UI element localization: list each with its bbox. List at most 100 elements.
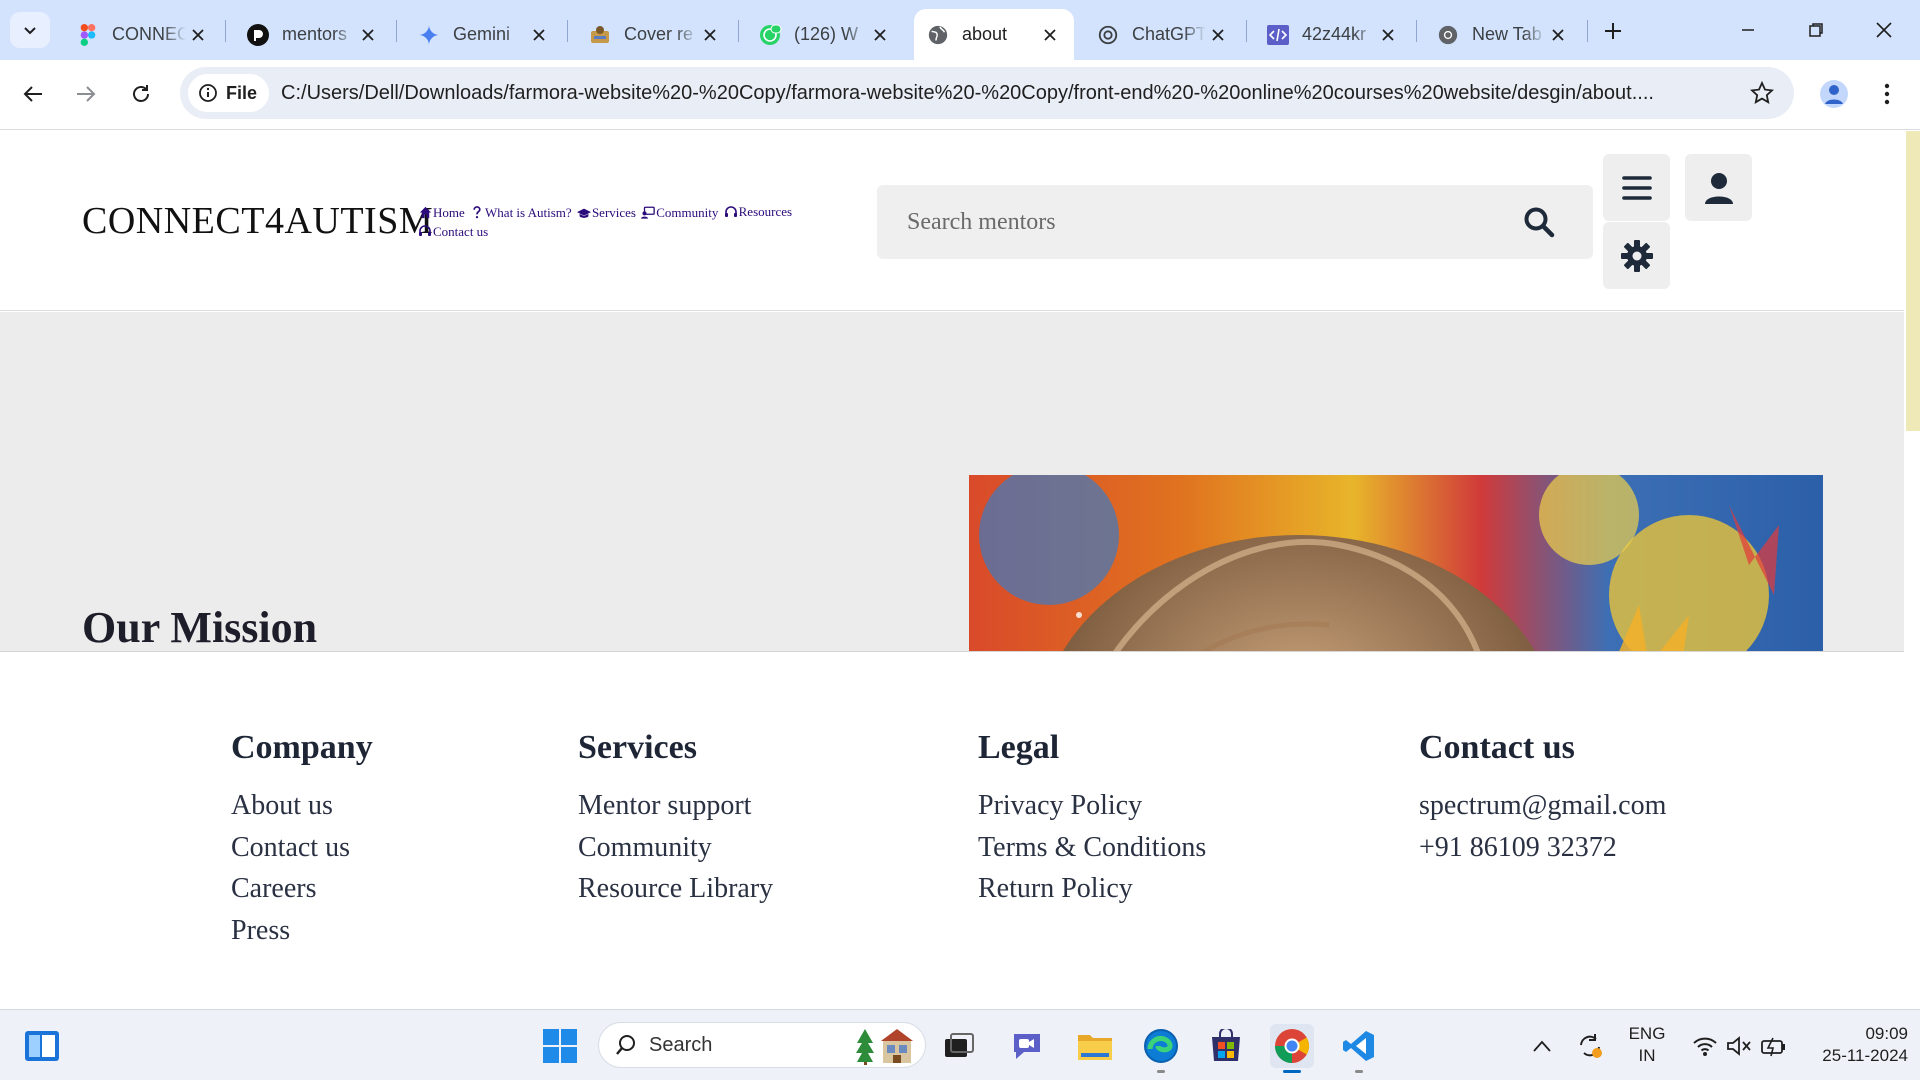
page-scrollbar[interactable]: [1904, 131, 1920, 1009]
tab-title: New Tab: [1472, 24, 1542, 44]
back-button[interactable]: [13, 74, 53, 114]
nav-label: Services: [591, 205, 636, 220]
footer-column-title: Services: [578, 729, 697, 766]
footer-contact-phone[interactable]: +91 86109 32372: [1419, 827, 1666, 869]
chrome-taskbar-button[interactable]: [1270, 1024, 1314, 1073]
code-icon: [1266, 23, 1290, 47]
site-logo[interactable]: CONNECT4AUTISM: [82, 199, 433, 243]
canva-icon: [588, 23, 612, 47]
nav-what-is-autism-link[interactable]: What is Autism?: [470, 204, 572, 221]
clock[interactable]: 09:09 25-11-2024: [1800, 1023, 1908, 1067]
chrome-icon: [1275, 1029, 1309, 1063]
close-icon[interactable]: [356, 23, 380, 47]
footer-link-mentor-support[interactable]: Mentor support: [578, 785, 773, 827]
footer-link-press[interactable]: Press: [231, 910, 373, 952]
task-view-icon: [945, 1033, 974, 1057]
footer-contact-email[interactable]: spectrum@gmail.com: [1419, 785, 1666, 827]
page-viewport: CONNECT4AUTISM Home What is Autism? Serv…: [0, 131, 1920, 1009]
nav-home-link[interactable]: Home: [418, 204, 465, 221]
site-info-chip[interactable]: File: [188, 74, 270, 112]
tab-code[interactable]: 42z44kr: [1254, 9, 1412, 60]
tab-title: (126) W: [794, 24, 859, 44]
close-icon[interactable]: [1038, 23, 1062, 47]
mentor-search-box[interactable]: Search mentors: [877, 185, 1593, 259]
address-bar[interactable]: File C:/Users/Dell/Downloads/farmora-web…: [180, 67, 1794, 119]
widgets-button[interactable]: [20, 1024, 64, 1068]
task-view-button[interactable]: [937, 1024, 981, 1068]
hero-image: [969, 475, 1823, 651]
tab-chatgpt[interactable]: ChatGPT: [1084, 9, 1242, 60]
vscode-button[interactable]: [1337, 1024, 1381, 1073]
url-text[interactable]: C:/Users/Dell/Downloads/farmora-website%…: [281, 82, 1726, 105]
browser-menu-button[interactable]: [1870, 74, 1904, 114]
close-icon[interactable]: [1206, 23, 1230, 47]
taskbar-search[interactable]: Search: [598, 1022, 926, 1068]
start-button[interactable]: [538, 1024, 582, 1068]
restore-icon: [1809, 23, 1823, 37]
nav-services-link[interactable]: Services: [576, 204, 636, 221]
close-icon[interactable]: [698, 23, 722, 47]
search-input[interactable]: Search mentors: [907, 209, 1519, 236]
new-tab-button[interactable]: [1596, 14, 1630, 48]
footer-link-about-us[interactable]: About us: [231, 785, 373, 827]
tab-mentors[interactable]: mentors: [234, 9, 392, 60]
close-window-button[interactable]: [1856, 8, 1912, 52]
tab-separator: [1587, 20, 1588, 42]
show-hidden-icons-button[interactable]: [1520, 1024, 1564, 1068]
site-info-label: File: [226, 82, 258, 103]
tab-search-button[interactable]: [10, 12, 50, 48]
github-copilot-icon: [246, 23, 270, 47]
footer-link-return-policy[interactable]: Return Policy: [978, 868, 1206, 910]
file-explorer-button[interactable]: [1073, 1024, 1117, 1068]
footer-link-privacy-policy[interactable]: Privacy Policy: [978, 785, 1206, 827]
arrow-left-icon: [23, 86, 42, 102]
close-icon[interactable]: [1376, 23, 1400, 47]
close-icon[interactable]: [186, 23, 210, 47]
tab-new-tab[interactable]: New Tab: [1424, 9, 1582, 60]
footer-link-terms[interactable]: Terms & Conditions: [978, 827, 1206, 869]
info-icon: [199, 84, 217, 102]
account-button[interactable]: [1685, 154, 1752, 221]
nav-community-link[interactable]: Community: [641, 204, 718, 221]
close-icon[interactable]: [527, 23, 551, 47]
vscode-icon: [1343, 1031, 1374, 1061]
footer-link-resource-library[interactable]: Resource Library: [578, 868, 773, 910]
forward-button[interactable]: [66, 74, 106, 114]
nav-label: What is Autism?: [485, 204, 572, 220]
restore-button[interactable]: [1788, 8, 1844, 52]
footer-column-title: Legal: [978, 729, 1060, 766]
tab-gemini[interactable]: Gemini: [405, 9, 563, 60]
profile-button[interactable]: [1814, 74, 1854, 114]
store-button[interactable]: [1204, 1024, 1248, 1068]
home-icon: [418, 205, 432, 219]
clock-date: 25-11-2024: [1822, 1046, 1908, 1065]
nav-contact-link[interactable]: Contact us: [418, 223, 488, 240]
nav-resources-link[interactable]: Resources: [724, 203, 792, 220]
chevron-up-icon: [1533, 1040, 1551, 1052]
tab-about[interactable]: about: [914, 9, 1074, 60]
footer-column-company: Company About us Contact us Careers Pres…: [231, 729, 373, 951]
edge-button[interactable]: [1139, 1024, 1183, 1073]
bookmark-star-button[interactable]: [1748, 79, 1776, 107]
gear-icon: [1620, 239, 1653, 272]
sync-tray-button[interactable]: [1568, 1024, 1612, 1068]
search-icon[interactable]: [1519, 202, 1559, 242]
tab-connect[interactable]: CONNECT: [64, 9, 222, 60]
footer-link-community[interactable]: Community: [578, 827, 773, 869]
headset-icon: [724, 205, 738, 219]
theme-settings-button[interactable]: [1603, 222, 1670, 289]
minimize-button[interactable]: [1720, 8, 1776, 52]
tab-cover[interactable]: Cover re: [576, 9, 734, 60]
close-icon[interactable]: [1546, 23, 1570, 47]
battery-button[interactable]: [1752, 1024, 1796, 1068]
tab-whatsapp[interactable]: (126) W: [746, 9, 904, 60]
scrollbar-thumb[interactable]: [1906, 131, 1920, 431]
edge-icon: [1144, 1029, 1178, 1063]
teams-chat-button[interactable]: [1005, 1024, 1049, 1068]
hamburger-menu-button[interactable]: [1603, 154, 1670, 221]
close-icon[interactable]: [868, 23, 892, 47]
reload-button[interactable]: [121, 74, 161, 114]
language-indicator[interactable]: ENG IN: [1618, 1023, 1676, 1067]
footer-link-careers[interactable]: Careers: [231, 868, 373, 910]
footer-link-contact-us[interactable]: Contact us: [231, 827, 373, 869]
